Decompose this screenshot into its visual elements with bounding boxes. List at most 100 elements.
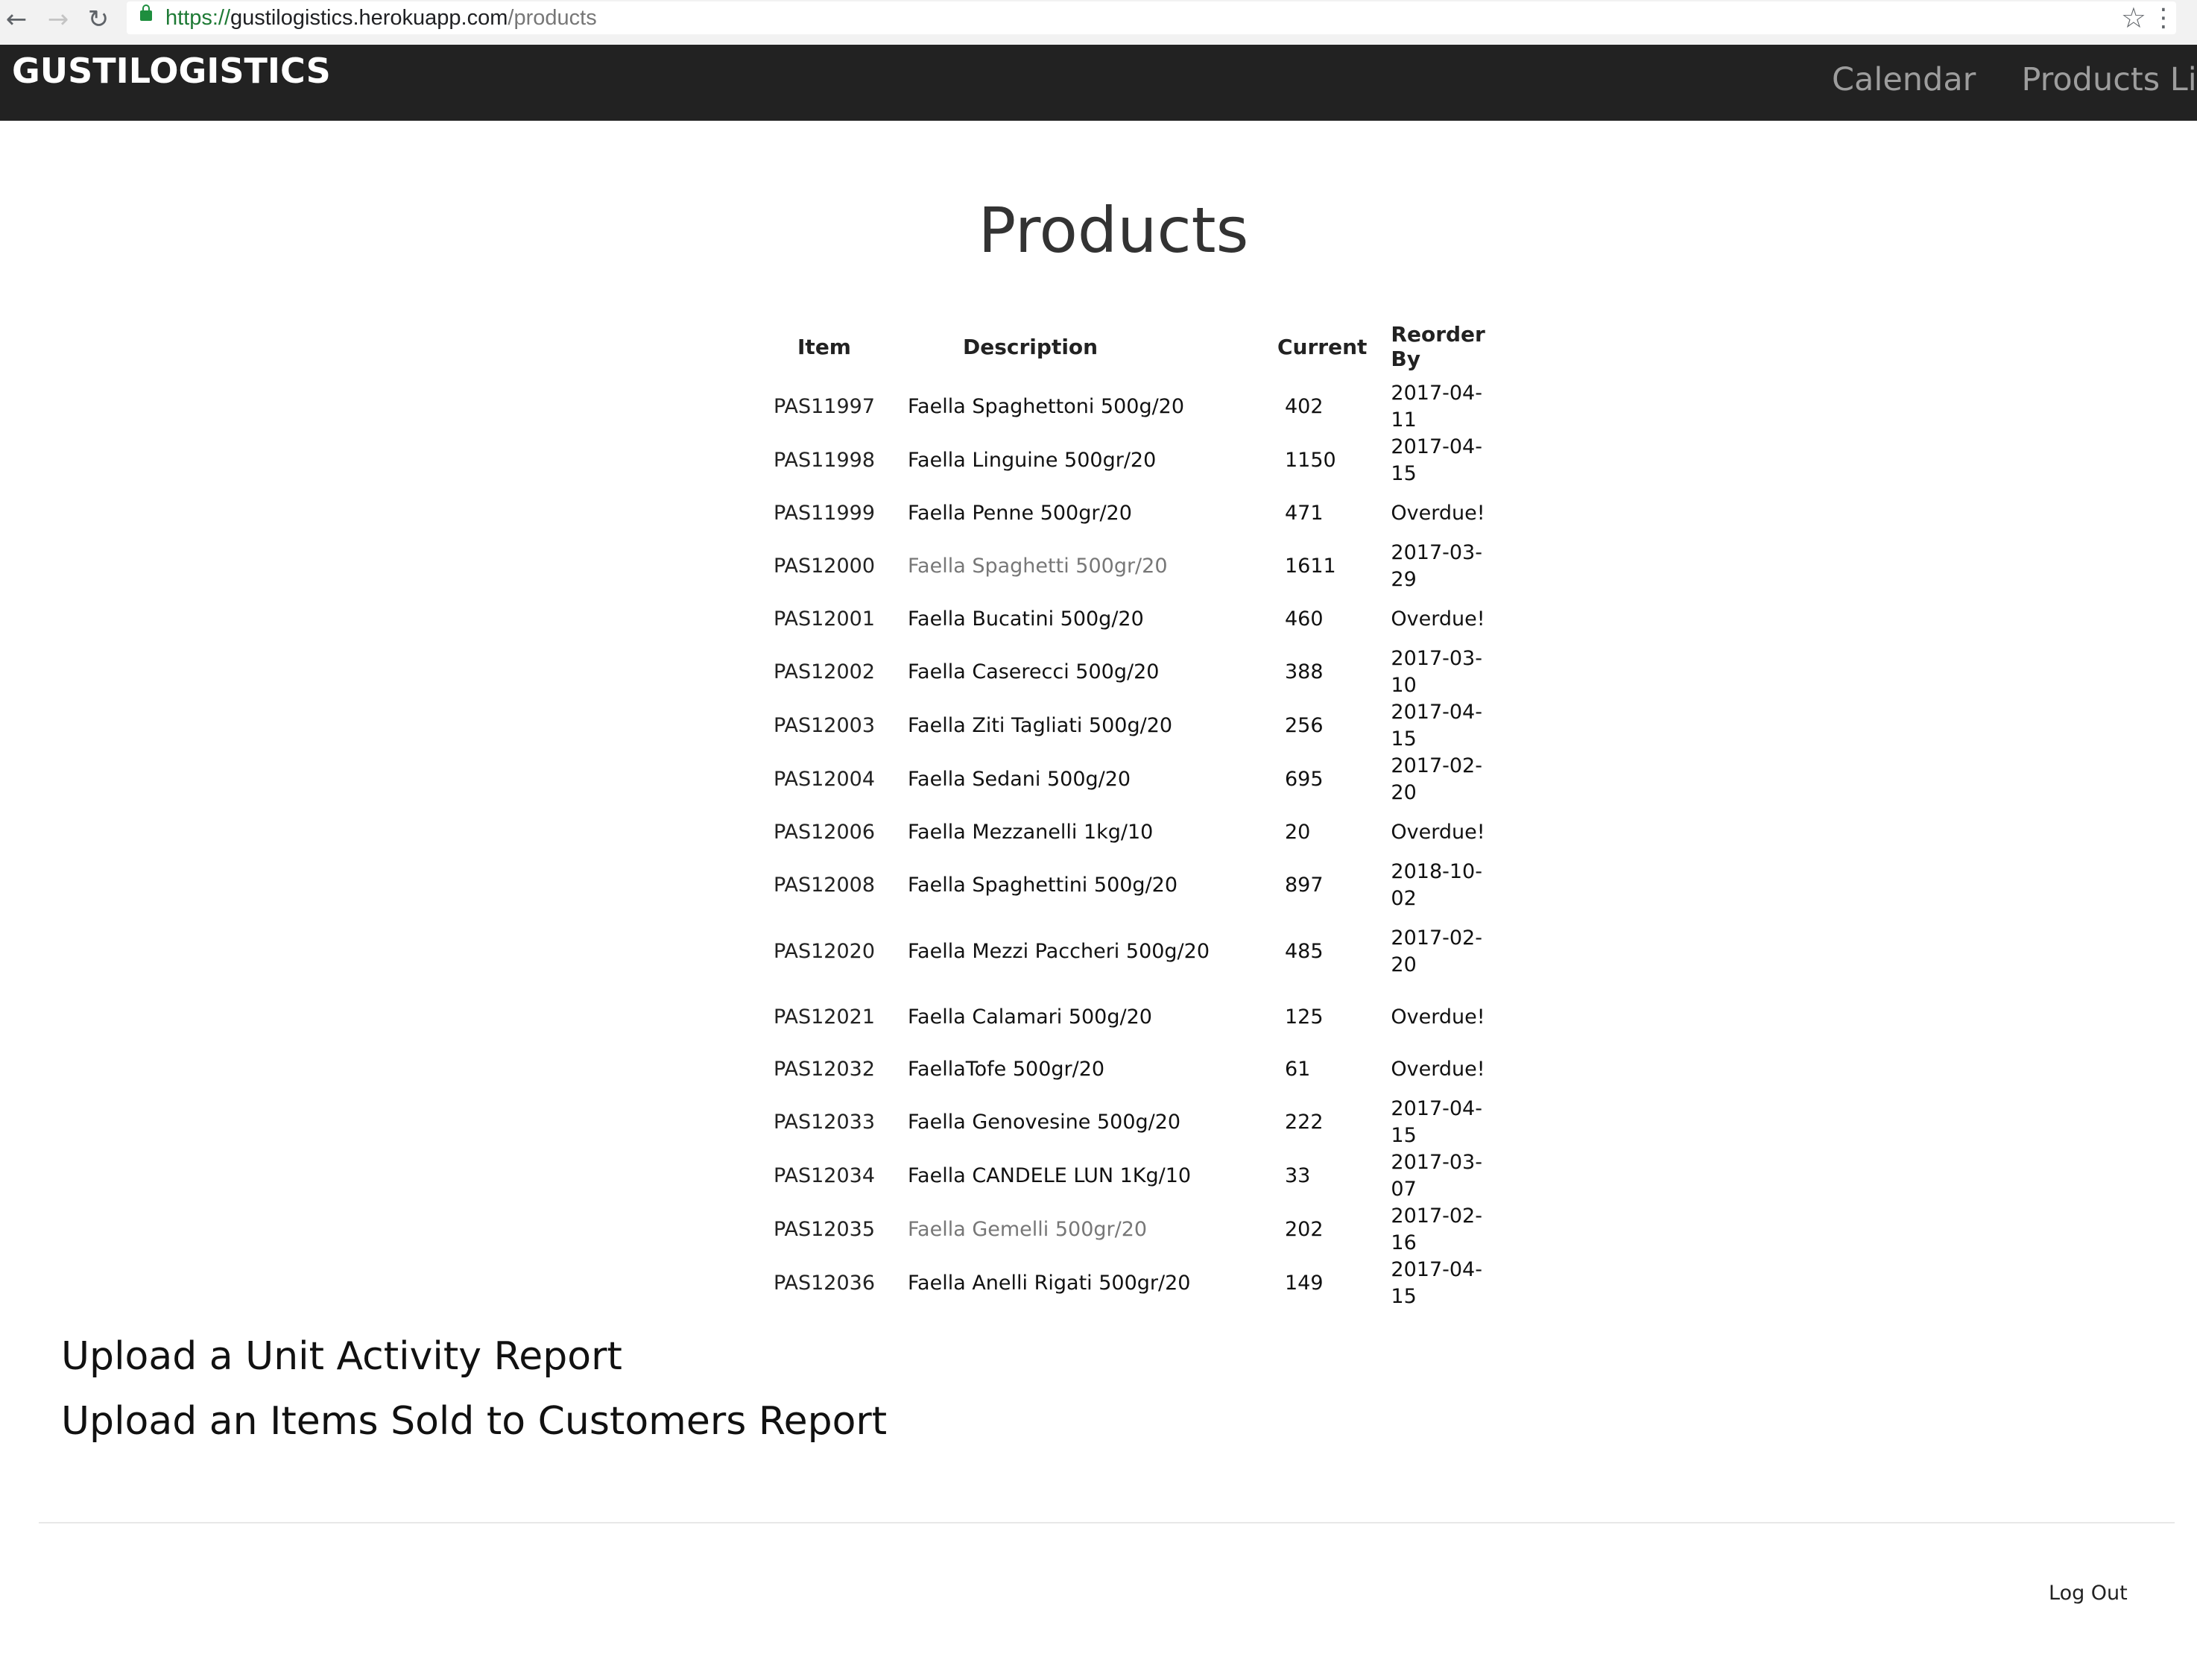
item-cell: PAS12004: [773, 768, 876, 791]
current-cell: 1150: [1285, 449, 1336, 472]
description-cell: Faella Mezzi Paccheri 500g/20: [908, 940, 1210, 963]
url-host: gustilogistics.herokuapp.com: [230, 6, 508, 30]
reorder-by-cell: 2017-03-07: [1391, 1151, 1482, 1201]
description-cell: Faella Penne 500gr/20: [908, 502, 1132, 525]
brand-logo[interactable]: GUSTILOGISTICS: [12, 51, 331, 91]
item-cell: PAS12008: [773, 874, 876, 897]
item-cell: PAS11999: [773, 502, 876, 525]
table-row: PAS12032 FaellaTofe 500gr/20 61 Overdue!: [753, 1043, 1517, 1096]
description-cell: Faella Genovesine 500g/20: [908, 1111, 1181, 1134]
url-path: /products: [508, 6, 597, 30]
description-cell: Faella CANDELE LUN 1Kg/10: [908, 1164, 1192, 1187]
current-cell: 33: [1285, 1164, 1311, 1187]
current-cell: 20: [1285, 821, 1311, 844]
description-cell: Faella Anelli Rigati 500gr/20: [908, 1272, 1191, 1295]
table-row: PAS12004 Faella Sedani 500g/20 695 2017-02-…: [753, 753, 1517, 806]
description-cell: Faella Gemelli 500gr/20: [908, 1218, 1148, 1241]
reorder-by-cell: 2017-03-10: [1391, 647, 1482, 697]
description-cell: Faella Sedani 500g/20: [908, 768, 1131, 791]
description-cell: Faella Linguine 500gr/20: [908, 449, 1157, 472]
table-row: PAS12001 Faella Bucatini 500g/20 460 Overdu…: [753, 593, 1517, 645]
current-cell: 402: [1285, 395, 1324, 418]
description-cell: Faella Mezzanelli 1kg/10: [908, 821, 1154, 844]
reorder-by-cell: 2017-02-16: [1391, 1204, 1482, 1254]
upload-items-sold-link[interactable]: Upload an Items Sold to Customers Report: [61, 1399, 887, 1444]
current-cell: 897: [1285, 874, 1324, 897]
item-cell: PAS11998: [773, 449, 876, 472]
bookmark-star-icon[interactable]: ☆: [2121, 1, 2146, 34]
reorder-by-cell: 2017-02-20: [1391, 754, 1482, 804]
current-cell: 460: [1285, 607, 1324, 631]
reorder-by-cell: 2018-10-02: [1391, 860, 1482, 910]
table-row: PAS12036 Faella Anelli Rigati 500gr/20 149…: [753, 1257, 1517, 1310]
table-row: PAS12006 Faella Mezzanelli 1kg/10 20 Overdu…: [753, 806, 1517, 859]
column-header-reorder-by: Reorder By: [1391, 322, 1485, 371]
item-cell: PAS12035: [773, 1218, 876, 1241]
page-title: Products: [978, 194, 1249, 267]
current-cell: 695: [1285, 768, 1324, 791]
table-header-row: Item Description Current Reorder By: [753, 313, 1517, 380]
lock-icon: [140, 4, 152, 21]
reorder-by-cell: 2017-04-15: [1391, 1258, 1482, 1308]
description-cell: Faella Caserecci 500g/20: [908, 660, 1160, 683]
table-row: PAS12002 Faella Caserecci 500g/20 388 2017-…: [753, 645, 1517, 699]
back-arrow-icon[interactable]: ←: [0, 3, 33, 36]
nav-link-products-list[interactable]: Products List: [2021, 61, 2197, 98]
item-cell: PAS11997: [773, 395, 876, 418]
url-scheme: https://: [165, 6, 231, 30]
nav-link-calendar[interactable]: Calendar: [1832, 61, 1976, 98]
app-navbar: GUSTILOGISTICS Calendar Products List: [0, 45, 2197, 121]
reorder-by-cell: 2017-04-15: [1391, 1097, 1482, 1147]
table-row: PAS12035 Faella Gemelli 500gr/20 202 2017-0…: [753, 1203, 1517, 1257]
current-cell: 61: [1285, 1058, 1311, 1081]
reorder-by-cell: Overdue!: [1391, 1058, 1485, 1081]
current-cell: 485: [1285, 940, 1324, 963]
description-cell: FaellaTofe 500gr/20: [908, 1058, 1105, 1081]
upload-unit-activity-link[interactable]: Upload a Unit Activity Report: [61, 1334, 622, 1379]
column-header-description: Description: [963, 334, 1098, 359]
browser-toolbar: ← → ↻ https://gustilogistics.herokuapp.c…: [0, 0, 2197, 45]
reorder-by-cell: Overdue!: [1391, 821, 1485, 844]
item-cell: PAS12020: [773, 940, 876, 963]
table-row: PAS12033 Faella Genovesine 500g/20 222 2017…: [753, 1096, 1517, 1149]
item-cell: PAS12021: [773, 1005, 876, 1029]
nav-links: Calendar Products List: [1832, 61, 2197, 98]
description-cell: Faella Bucatini 500g/20: [908, 607, 1144, 631]
reorder-by-cell: Overdue!: [1391, 1005, 1485, 1029]
reorder-by-cell: Overdue!: [1391, 607, 1485, 631]
table-row: PAS12003 Faella Ziti Tagliati 500g/20 256 2…: [753, 699, 1517, 753]
description-cell: Faella Ziti Tagliati 500g/20: [908, 714, 1173, 737]
address-bar[interactable]: https://gustilogistics.herokuapp.com/pro…: [127, 1, 2176, 34]
item-cell: PAS12000: [773, 555, 876, 578]
description-cell: Faella Spaghettoni 500g/20: [908, 395, 1185, 418]
current-cell: 388: [1285, 660, 1324, 683]
item-cell: PAS12001: [773, 607, 876, 631]
current-cell: 1611: [1285, 555, 1336, 578]
current-cell: 256: [1285, 714, 1324, 737]
forward-arrow-icon[interactable]: →: [42, 3, 75, 36]
table-row: PAS11998 Faella Linguine 500gr/20 1150 2017…: [753, 434, 1517, 487]
url-text[interactable]: https://gustilogistics.herokuapp.com/pro…: [165, 4, 597, 31]
current-cell: 202: [1285, 1218, 1324, 1241]
table-row: PAS12020 Faella Mezzi Paccheri 500g/20 485…: [753, 912, 1517, 991]
reorder-by-cell: 2017-04-11: [1391, 382, 1482, 432]
reload-icon[interactable]: ↻: [82, 3, 115, 36]
products-table: Item Description Current Reorder By PAS1…: [753, 313, 1517, 1310]
item-cell: PAS12002: [773, 660, 876, 683]
column-header-item: Item: [797, 334, 851, 359]
browser-menu-icon[interactable]: ⋮: [2151, 1, 2176, 34]
item-cell: PAS12036: [773, 1272, 876, 1295]
description-cell: Faella Spaghettini 500g/20: [908, 874, 1178, 897]
table-row: PAS12021 Faella Calamari 500g/20 125 Overdu…: [753, 991, 1517, 1043]
logout-link[interactable]: Log Out: [2049, 1582, 2128, 1605]
reorder-by-cell: 2017-02-20: [1391, 926, 1482, 976]
table-row: PAS11997 Faella Spaghettoni 500g/20 402 201…: [753, 380, 1517, 434]
item-cell: PAS12032: [773, 1058, 876, 1081]
item-cell: PAS12034: [773, 1164, 876, 1187]
current-cell: 471: [1285, 502, 1324, 525]
reorder-by-cell: 2017-04-15: [1391, 435, 1482, 485]
current-cell: 222: [1285, 1111, 1324, 1134]
description-cell: Faella Spaghetti 500gr/20: [908, 555, 1168, 578]
column-header-current: Current: [1277, 334, 1368, 359]
item-cell: PAS12006: [773, 821, 876, 844]
